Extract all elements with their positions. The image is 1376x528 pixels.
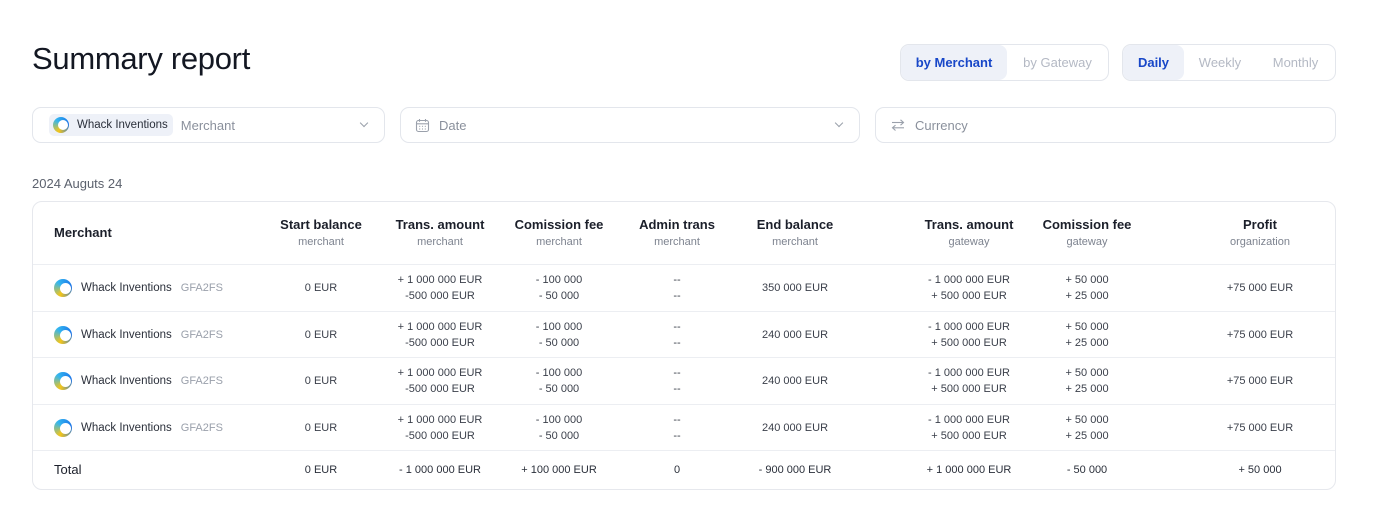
gateway-trans-amount-cell: - 1 000 000 EUR + 500 000 EUR (928, 320, 1010, 349)
gateway-trans-amount-cell: - 1 000 000 EUR + 500 000 EUR (928, 413, 1010, 442)
profit-cell: +75 000 EUR (1226, 282, 1294, 294)
total-label: Total (54, 462, 82, 477)
merchant-logo-icon (54, 279, 72, 297)
total-end-balance: - 900 000 EUR (758, 464, 832, 476)
comission-fee-cell: - 100 000- 50 000 (535, 274, 583, 302)
merchant-cell: Whack Inventions GFA2FS (54, 405, 254, 450)
view-toggle-by-merchant[interactable]: by Merchant (901, 45, 1007, 80)
gateway-comission-fee-cell: + 50 000 + 25 000 (1065, 413, 1109, 442)
start-balance-cell: 0 EUR (304, 375, 338, 387)
chevron-down-icon (358, 119, 370, 131)
total-profit: + 50 000 (1238, 464, 1282, 476)
merchant-logo-icon (54, 372, 72, 390)
currency-select[interactable]: Currency (875, 107, 1336, 143)
gateway-comission-fee-cell: + 50 000 + 25 000 (1065, 320, 1109, 349)
trans-amount-cell: + 1 000 000 EUR -500 000 EUR (397, 367, 483, 395)
column-header-end-balance: End balance merchant (756, 217, 834, 248)
date-select-placeholder: Date (439, 117, 467, 133)
period-toggle-daily[interactable]: Daily (1123, 45, 1184, 80)
page-title: Summary report (32, 41, 251, 76)
table-row[interactable]: Whack Inventions GFA2FS 0 EUR + 1 000 000… (33, 265, 1335, 312)
gateway-trans-amount-cell: - 1 000 000 EUR + 500 000 EUR (928, 367, 1010, 395)
end-balance-cell: 240 000 EUR (761, 328, 829, 341)
merchant-cell: Whack Inventions GFA2FS (54, 265, 254, 311)
period-toggle-weekly[interactable]: Weekly (1184, 45, 1256, 80)
table-header-row: Merchant Start balance merchant Trans. am… (33, 202, 1335, 265)
table-row[interactable]: Whack Inventions GFA2FS 0 EUR + 1 000 000… (33, 358, 1335, 405)
column-header-start-balance: Start balance merchant (280, 217, 362, 248)
start-balance-cell: 0 EUR (304, 421, 338, 434)
gateway-comission-fee-cell: + 50 000 + 25 000 (1065, 274, 1109, 302)
total-comission-fee: + 100 000 EUR (521, 464, 597, 476)
end-balance-cell: 240 000 EUR (761, 375, 829, 387)
column-header-comission-fee-gateway: Comission fee gateway (1042, 217, 1132, 248)
column-header-trans-amount-merchant: Trans. amount merchant (395, 217, 485, 248)
merchant-chip-label: Whack Inventions (77, 119, 168, 131)
admin-trans-cell: -- -- (673, 367, 681, 395)
admin-trans-cell: -- -- (673, 413, 681, 442)
summary-table: Merchant Start balance merchant Trans. am… (32, 201, 1336, 490)
currency-select-placeholder: Currency (915, 117, 968, 133)
table-row[interactable]: Whack Inventions GFA2FS 0 EUR + 1 000 000… (33, 312, 1335, 358)
start-balance-cell: 0 EUR (304, 282, 338, 294)
gateway-trans-amount-cell: - 1 000 000 EUR + 500 000 EUR (928, 274, 1010, 302)
merchant-cell: Whack Inventions GFA2FS (54, 358, 254, 404)
merchant-logo-icon (54, 418, 72, 437)
trans-amount-cell: + 1 000 000 EUR -500 000 EUR (397, 274, 483, 302)
total-trans-amount: - 1 000 000 EUR (399, 464, 481, 476)
admin-trans-cell: -- -- (673, 274, 681, 302)
table-total-row: Total 0 EUR - 1 000 000 EUR + 100 000 EU… (33, 451, 1335, 489)
total-admin-trans: 0 (673, 464, 681, 476)
merchant-select[interactable]: Whack Inventions Merchant (32, 107, 385, 143)
merchant-chip[interactable]: Whack Inventions (49, 114, 173, 136)
end-balance-cell: 350 000 EUR (761, 282, 829, 294)
period-toggle: Daily Weekly Monthly (1122, 44, 1336, 81)
merchant-logo-icon (53, 117, 69, 133)
column-header-admin-trans: Admin trans merchant (639, 217, 715, 248)
trans-amount-cell: + 1 000 000 EUR -500 000 EUR (397, 413, 483, 442)
chevron-down-icon (833, 119, 845, 131)
profit-cell: +75 000 EUR (1226, 328, 1294, 341)
merchant-select-placeholder: Merchant (180, 117, 235, 133)
column-header-trans-amount-gateway: Trans. amount gateway (924, 217, 1014, 248)
view-toggle-by-gateway[interactable]: by Gateway (1007, 45, 1108, 80)
total-start-balance: 0 EUR (304, 464, 338, 476)
profit-cell: +75 000 EUR (1226, 375, 1294, 387)
column-header-merchant: Merchant (54, 225, 112, 240)
admin-trans-cell: -- -- (673, 320, 681, 349)
start-balance-cell: 0 EUR (304, 328, 338, 341)
total-gateway-comission-fee: - 50 000 (1066, 464, 1108, 476)
comission-fee-cell: - 100 000- 50 000 (535, 413, 583, 442)
merchant-logo-icon (54, 325, 72, 344)
column-header-profit: Profit organization (1230, 217, 1290, 248)
trans-amount-cell: + 1 000 000 EUR -500 000 EUR (397, 320, 483, 349)
table-row[interactable]: Whack Inventions GFA2FS 0 EUR + 1 000 000… (33, 405, 1335, 451)
calendar-icon (415, 118, 430, 132)
swap-icon (891, 119, 905, 131)
profit-cell: +75 000 EUR (1226, 421, 1294, 434)
comission-fee-cell: - 100 000- 50 000 (535, 367, 583, 395)
report-date-label: 2024 Auguts 24 (32, 176, 123, 191)
gateway-comission-fee-cell: + 50 000 + 25 000 (1065, 367, 1109, 395)
merchant-cell: Whack Inventions GFA2FS (54, 312, 254, 357)
view-toggle: by Merchant by Gateway (900, 44, 1109, 81)
date-select[interactable]: Date (400, 107, 860, 143)
comission-fee-cell: - 100 000- 50 000 (535, 320, 583, 349)
end-balance-cell: 240 000 EUR (761, 421, 829, 434)
total-gateway-trans-amount: + 1 000 000 EUR (926, 464, 1012, 476)
period-toggle-monthly[interactable]: Monthly (1256, 45, 1335, 80)
column-header-comission-fee-merchant: Comission fee merchant (514, 217, 604, 248)
